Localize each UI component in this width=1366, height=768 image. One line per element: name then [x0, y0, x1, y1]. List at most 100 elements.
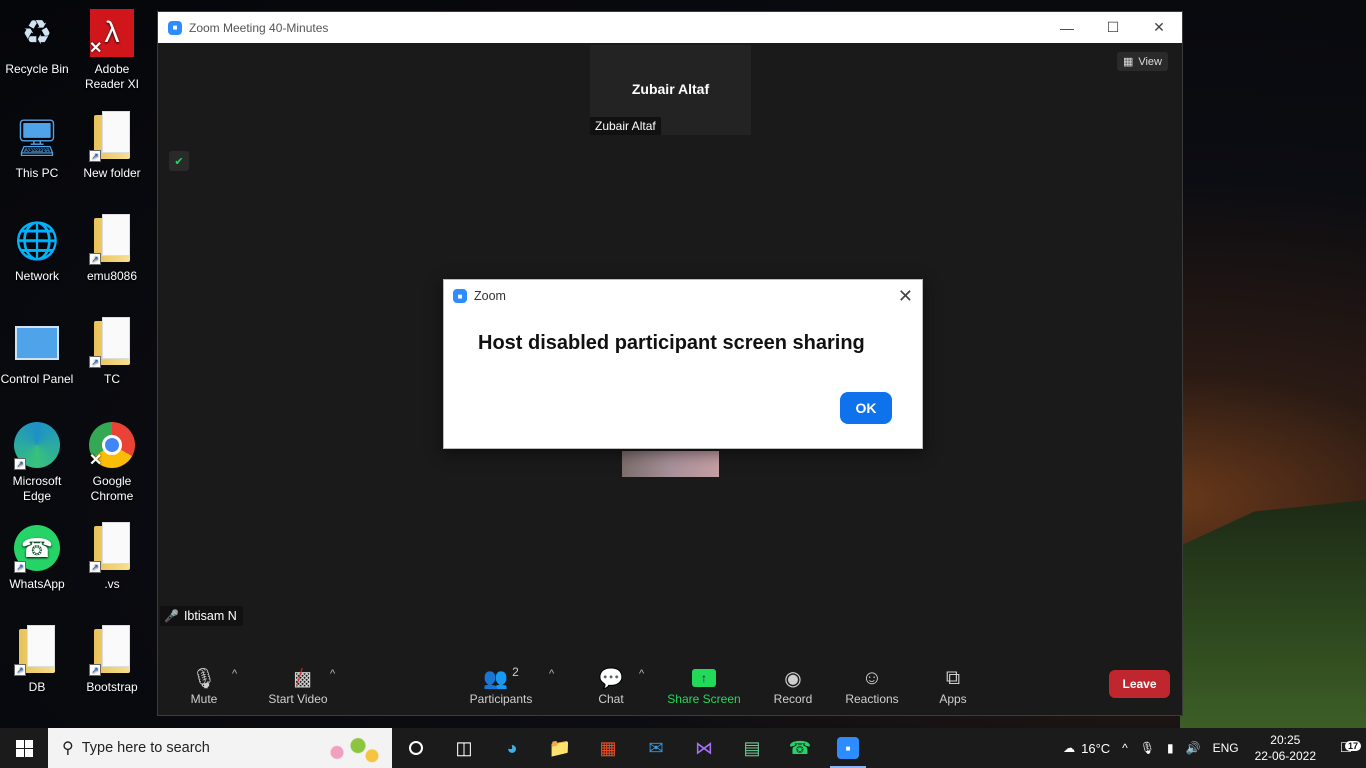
screen-sharing-dialog: ■ Zoom ✕ Host disabled participant scree…	[443, 279, 923, 449]
view-button[interactable]: ▦ View	[1116, 52, 1168, 71]
whatsapp-icon: ☎ ↗	[12, 523, 62, 573]
taskbar: ⚲ Type here to search ◫ ◕ 📁 ▦ ✉ ⋈ ▤ ☎ ■ …	[0, 728, 1366, 768]
search-highlight-art	[316, 732, 386, 766]
microsoft-store-icon[interactable]: ▦	[584, 728, 632, 768]
reactions-icon: ☺	[861, 666, 883, 689]
close-window-button[interactable]: ✕	[1136, 12, 1182, 43]
desktop-icon-control-panel[interactable]: Control Panel	[0, 318, 74, 387]
folder-icon: ↗	[87, 522, 137, 573]
meeting-toolbar: 🎙 Mute ^ ▩ ⧸ Start Video ^ 👥 2 Participant…	[158, 661, 1182, 715]
start-video-button[interactable]: ▩ ⧸ Start Video	[263, 665, 333, 707]
chrome-icon: ✕	[87, 420, 137, 470]
minimize-button[interactable]: —	[1044, 12, 1090, 43]
audio-options-caret[interactable]: ^	[232, 668, 237, 680]
shortcut-arrow-icon: ↗	[89, 664, 101, 676]
leave-button[interactable]: Leave	[1109, 670, 1170, 698]
participants-count: 2	[512, 665, 519, 679]
mic-muted-icon: 🎤	[164, 609, 179, 623]
dialog-close-icon[interactable]: ✕	[898, 286, 913, 307]
desktop-icon-network[interactable]: 🌐 Network	[0, 215, 74, 284]
control-panel-icon	[12, 318, 62, 368]
folder-icon: ↗	[12, 625, 62, 676]
missing-shortcut-x-icon: ✕	[89, 40, 103, 57]
whatsapp-taskbar-icon[interactable]: ☎	[776, 728, 824, 768]
security-shield-icon[interactable]: ✔	[169, 151, 189, 171]
record-button[interactable]: ◉ Record	[772, 665, 814, 707]
battery-icon[interactable]: ▮	[1161, 741, 1180, 755]
apps-label: Apps	[939, 692, 967, 706]
shortcut-arrow-icon: ↗	[89, 356, 101, 368]
participants-icon: 👥 2	[483, 665, 519, 690]
participant-name-label: Zubair Altaf	[590, 117, 661, 135]
zoom-taskbar-icon[interactable]: ■	[824, 728, 872, 768]
chevron-up-icon[interactable]: ^	[1116, 741, 1134, 755]
desktop-icon-label: Bootstrap	[86, 680, 138, 694]
desktop-icon-tc[interactable]: ↗ TC	[75, 317, 149, 387]
chat-button[interactable]: 💬 Chat	[593, 665, 629, 707]
this-pc-icon: 🖥	[14, 116, 60, 158]
spreadsheet-app-icon[interactable]: ▤	[728, 728, 776, 768]
microphone-tray-icon[interactable]: 🎙	[1134, 741, 1161, 755]
share-screen-button[interactable]: ↑ Share Screen	[666, 665, 742, 706]
zoom-logo-icon: ■	[453, 289, 467, 303]
desktop-icon-label: DB	[28, 680, 46, 694]
mute-label: Mute	[190, 692, 218, 706]
desktop-icon-label: .vs	[104, 577, 120, 591]
zoom-titlebar[interactable]: ■ Zoom Meeting 40-Minutes — ☐ ✕	[158, 12, 1182, 43]
participants-label: Participants	[469, 692, 533, 706]
participants-button[interactable]: 👥 2 Participants	[466, 665, 536, 706]
mute-button[interactable]: 🎙 Mute	[186, 665, 222, 707]
video-options-caret[interactable]: ^	[330, 668, 335, 680]
clock-time: 20:25	[1270, 733, 1301, 747]
task-view-icon[interactable]: ◫	[440, 728, 488, 768]
self-video-thumbnail	[622, 451, 719, 477]
desktop-icon-adobe-reader-xi[interactable]: λ ✕ Adobe Reader XI	[75, 8, 149, 92]
desktop-icon-whatsapp[interactable]: ☎ ↗ WhatsApp	[0, 523, 74, 592]
desktop-icon-this-pc[interactable]: 🖥 This PC	[0, 112, 74, 181]
apps-button[interactable]: ⧉ Apps	[936, 665, 970, 707]
visual-studio-icon[interactable]: ⋈	[680, 728, 728, 768]
desktop-icon-new-folder[interactable]: ↗ New folder	[75, 111, 149, 181]
volume-icon[interactable]: 🔊	[1180, 741, 1207, 755]
cortana-icon[interactable]	[392, 728, 440, 768]
shortcut-arrow-icon: ↗	[14, 664, 26, 676]
window-title: Zoom Meeting 40-Minutes	[189, 20, 329, 35]
language-indicator[interactable]: ENG	[1207, 741, 1245, 755]
chat-options-caret[interactable]: ^	[639, 668, 644, 680]
system-tray: ☁ 16°C ^ 🎙 ▮ 🔊 ENG 20:25 22-06-2022 □ 17	[1057, 728, 1366, 768]
start-button[interactable]	[0, 728, 48, 768]
shortcut-arrow-icon: ↗	[89, 561, 101, 573]
desktop-icon-label: Adobe Reader XI	[84, 62, 140, 91]
wallpaper-hill	[1180, 500, 1366, 730]
desktop-icon-emu8086[interactable]: ↗ emu8086	[75, 214, 149, 284]
search-icon: ⚲	[62, 740, 74, 757]
desktop-icon-google-chrome[interactable]: ✕ Google Chrome	[75, 420, 149, 504]
folder-icon: ↗	[87, 625, 137, 676]
maximize-button[interactable]: ☐	[1090, 12, 1136, 43]
edge-taskbar-icon[interactable]: ◕	[488, 728, 536, 768]
desktop-icon-microsoft-edge[interactable]: ↗ Microsoft Edge	[0, 420, 74, 504]
ok-button[interactable]: OK	[840, 392, 892, 424]
desktop-icon-recycle-bin[interactable]: ♻ Recycle Bin	[0, 8, 74, 77]
desktop-icon-bootstrap[interactable]: ↗ Bootstrap	[75, 625, 149, 695]
clock[interactable]: 20:25 22-06-2022	[1245, 732, 1326, 764]
weather-widget[interactable]: ☁ 16°C	[1057, 741, 1116, 756]
participants-options-caret[interactable]: ^	[549, 668, 554, 680]
desktop-icon-vs[interactable]: ↗ .vs	[75, 522, 149, 592]
mail-icon[interactable]: ✉	[632, 728, 680, 768]
desktop-icon-db[interactable]: ↗ DB	[0, 625, 74, 695]
file-explorer-icon[interactable]: 📁	[536, 728, 584, 768]
desktop-icon-label: Recycle Bin	[5, 62, 69, 76]
dialog-title-text: Zoom	[474, 289, 506, 303]
notification-count: 17	[1344, 741, 1361, 751]
taskbar-search[interactable]: ⚲ Type here to search	[48, 728, 392, 768]
notification-center-button[interactable]: □ 17	[1326, 739, 1366, 757]
desktop-icon-label: emu8086	[86, 269, 138, 283]
folder-icon: ↗	[87, 317, 137, 368]
participant-tile[interactable]: Zubair Altaf Zubair Altaf	[590, 45, 751, 135]
apps-icon: ⧉	[945, 666, 961, 689]
weather-temp: 16°C	[1081, 740, 1111, 756]
reactions-button[interactable]: ☺ Reactions	[844, 665, 900, 707]
desktop-icon-label: TC	[104, 372, 120, 386]
missing-shortcut-x-icon: ✕	[89, 452, 103, 469]
